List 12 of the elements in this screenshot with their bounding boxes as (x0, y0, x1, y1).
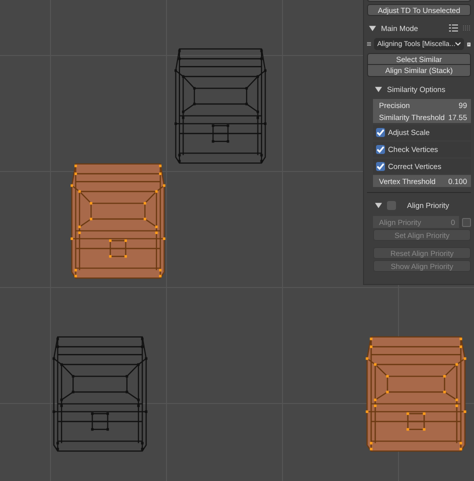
disclosure-triangle-icon[interactable] (375, 202, 382, 208)
checkbox[interactable] (376, 162, 385, 171)
caret-icon (455, 42, 462, 46)
checkbox[interactable] (387, 200, 396, 210)
list-icon[interactable] (449, 24, 458, 32)
document-icon[interactable] (467, 40, 471, 48)
menu-icon[interactable] (367, 40, 372, 48)
checkbox[interactable] (376, 145, 385, 154)
drag-handle-icon[interactable] (463, 25, 471, 31)
disclosure-triangle-icon[interactable] (375, 86, 382, 92)
checkbox[interactable] (376, 128, 385, 137)
disclosure-triangle-icon[interactable] (369, 24, 376, 32)
